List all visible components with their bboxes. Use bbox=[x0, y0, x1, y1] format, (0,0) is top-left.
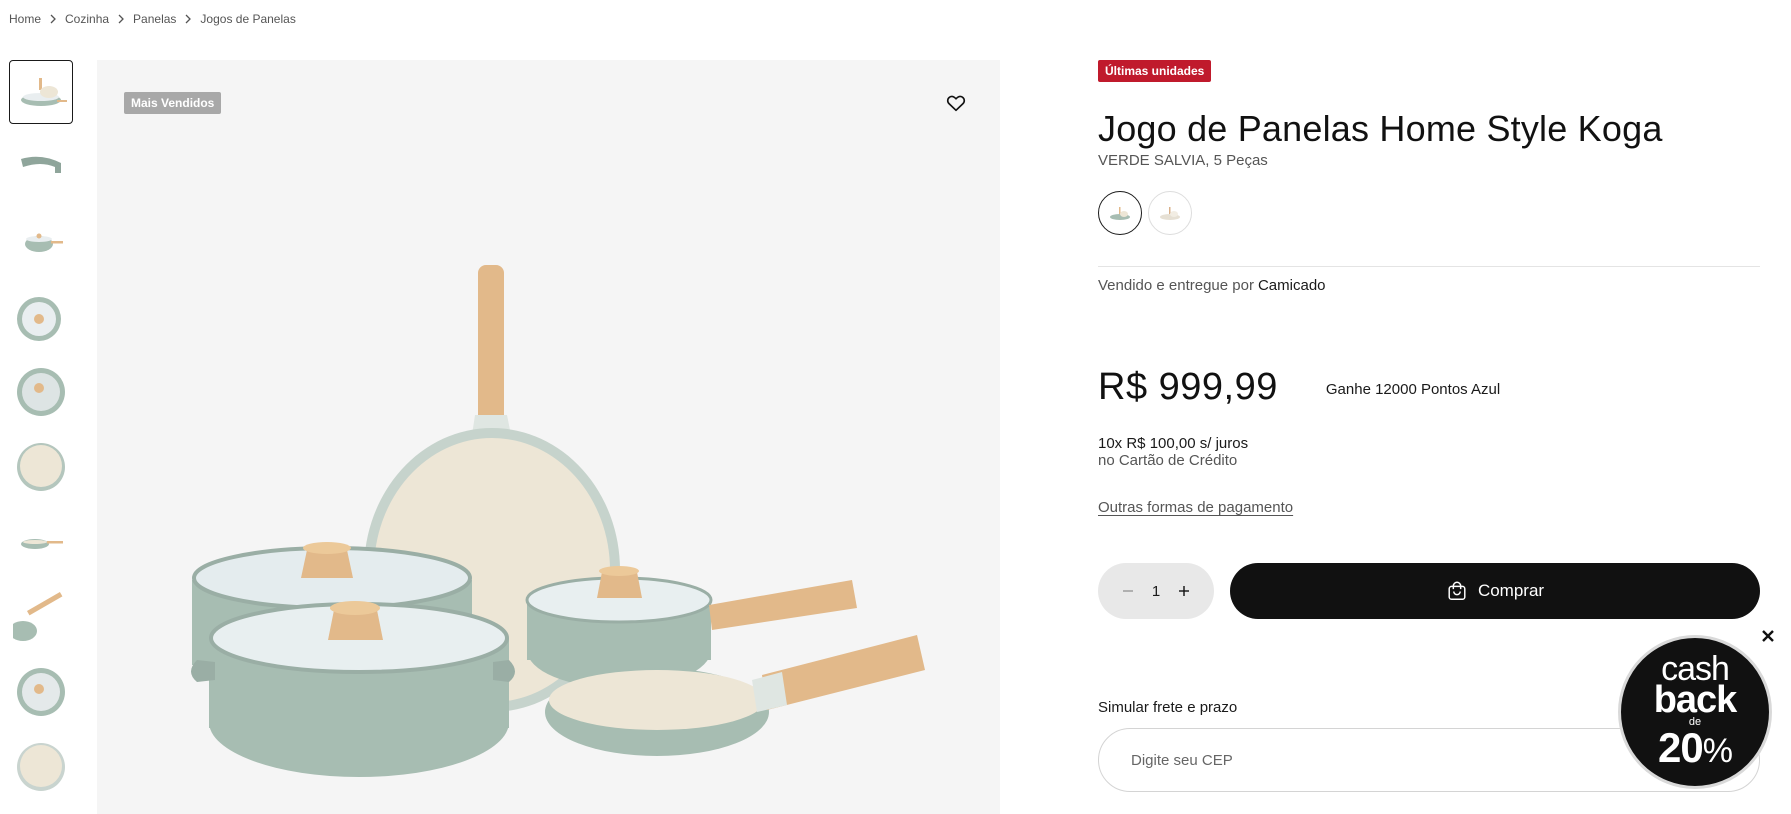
quantity-stepper: 1 bbox=[1098, 563, 1214, 619]
thumbnail-5[interactable] bbox=[9, 360, 73, 424]
seller-info: Vendido e entregue por Camicado bbox=[1098, 277, 1760, 294]
cashback-badge[interactable]: cash back de 20% bbox=[1618, 635, 1772, 789]
installments: 10x R$ 100,00 s/ juros no Cartão de Créd… bbox=[1098, 435, 1760, 469]
product-variant: VERDE SALVIA, 5 Peças bbox=[1098, 152, 1268, 169]
loyalty-points: Ganhe 12000 Pontos Azul bbox=[1325, 381, 1501, 398]
installments-main: 10x R$ 100,00 s/ juros bbox=[1098, 435, 1249, 452]
thumbnail-8[interactable] bbox=[9, 585, 73, 649]
installments-sub: no Cartão de Crédito bbox=[1098, 452, 1238, 469]
other-payments-link[interactable]: Outras formas de pagamento bbox=[1098, 499, 1293, 516]
heart-icon[interactable] bbox=[943, 90, 969, 116]
breadcrumb-cozinha[interactable]: Cozinha bbox=[65, 12, 109, 26]
thumbnail-2[interactable] bbox=[9, 135, 73, 199]
swatch-verde-salvia[interactable] bbox=[1098, 191, 1142, 235]
best-seller-badge: Mais Vendidos bbox=[124, 92, 222, 114]
breadcrumb-home[interactable]: Home bbox=[9, 12, 41, 26]
thumbnail-9[interactable] bbox=[9, 660, 73, 724]
breadcrumb: Home Cozinha Panelas Jogos de Panelas bbox=[9, 12, 296, 26]
seller-name: Camicado bbox=[1257, 277, 1326, 294]
breadcrumb-panelas[interactable]: Panelas bbox=[133, 12, 176, 26]
thumbnail-6[interactable] bbox=[9, 435, 73, 499]
stock-badge: Últimas unidades bbox=[1098, 60, 1212, 82]
variant-swatches bbox=[1098, 191, 1760, 235]
cashback-value: 20% bbox=[1658, 726, 1733, 771]
thumbnail-list bbox=[9, 60, 73, 810]
chevron-right-icon bbox=[176, 14, 200, 24]
cookware-set-image bbox=[191, 265, 925, 777]
thumbnail-3[interactable] bbox=[9, 210, 73, 274]
thumbnail-10[interactable] bbox=[9, 735, 73, 799]
buy-button[interactable]: Comprar bbox=[1230, 563, 1760, 619]
breadcrumb-jogos-de-panelas[interactable]: Jogos de Panelas bbox=[200, 12, 295, 26]
buy-row: 1 Comprar bbox=[1098, 563, 1760, 619]
minus-icon[interactable] bbox=[1118, 581, 1138, 601]
plus-icon[interactable] bbox=[1174, 581, 1194, 601]
swatch-alternative[interactable] bbox=[1148, 191, 1192, 235]
buy-button-label: Comprar bbox=[1477, 581, 1545, 600]
shopping-bag-icon bbox=[1448, 581, 1466, 600]
thumbnail-1[interactable] bbox=[9, 60, 73, 124]
product-title: Jogo de Panelas Home Style Koga bbox=[1098, 108, 1663, 149]
chevron-right-icon bbox=[109, 14, 133, 24]
cashback-percent: % bbox=[1702, 731, 1733, 770]
price-row: R$ 999,99 Ganhe 12000 Pontos Azul bbox=[1098, 366, 1760, 409]
product-main-image: Mais Vendidos bbox=[97, 60, 1000, 814]
divider bbox=[1098, 266, 1760, 267]
cashback-number: 20 bbox=[1658, 723, 1704, 771]
thumbnail-4[interactable] bbox=[9, 285, 73, 349]
chevron-right-icon bbox=[41, 14, 65, 24]
close-icon[interactable] bbox=[1758, 626, 1778, 646]
product-price: R$ 999,99 bbox=[1098, 366, 1278, 408]
quantity-value: 1 bbox=[1151, 582, 1161, 600]
seller-prefix: Vendido e entregue por bbox=[1098, 277, 1254, 294]
thumbnail-7[interactable] bbox=[9, 510, 73, 574]
cashback-word-back: back bbox=[1653, 678, 1738, 721]
